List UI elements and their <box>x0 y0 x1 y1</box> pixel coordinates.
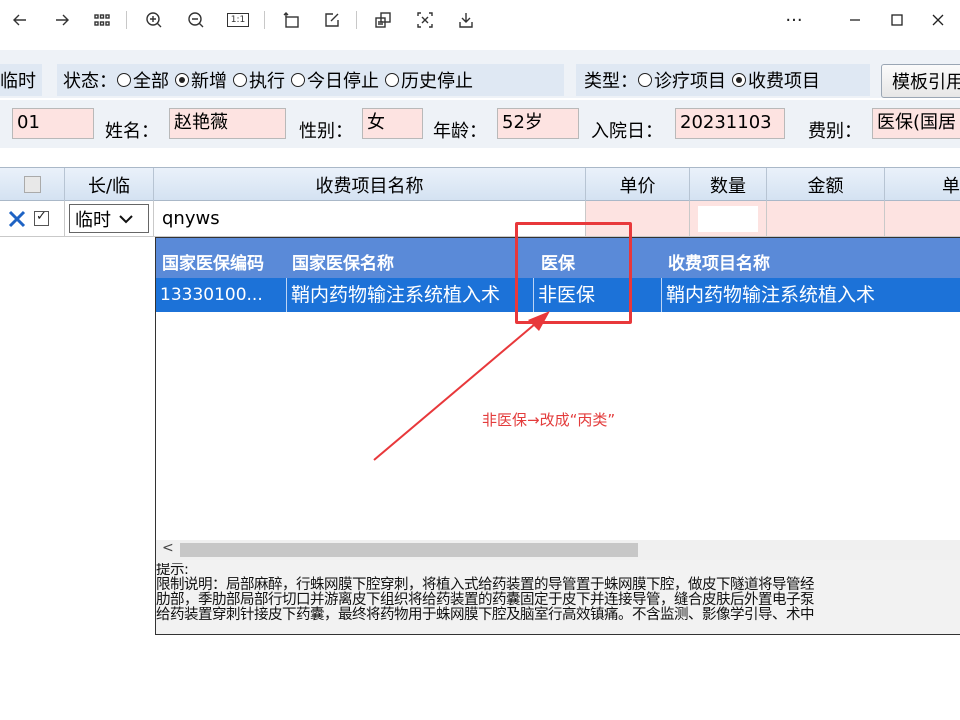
annotation-arrow-icon <box>373 311 550 461</box>
annotation-text: 非医保→改成“丙类” <box>482 411 616 429</box>
